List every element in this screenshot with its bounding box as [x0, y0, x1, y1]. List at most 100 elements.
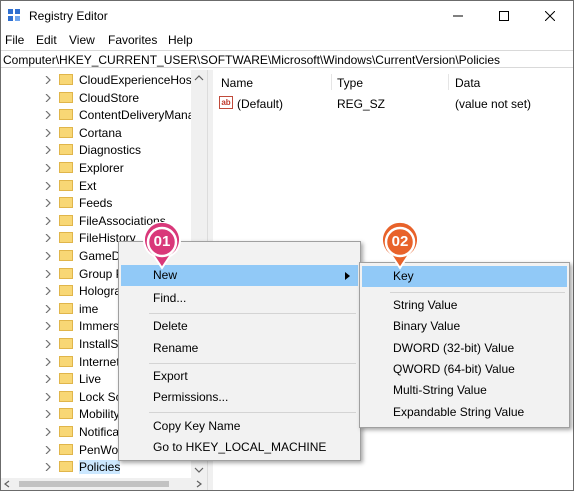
callout-02: 02	[380, 222, 420, 270]
tree-item[interactable]: Explorer	[1, 159, 191, 177]
tree-item-label: Lock Sc	[79, 389, 122, 404]
submenu-item-qword-value[interactable]: QWORD (64-bit) Value	[362, 359, 567, 380]
expand-chevron-icon[interactable]	[45, 445, 52, 454]
expand-chevron-icon[interactable]	[45, 340, 52, 348]
folder-icon	[59, 232, 73, 244]
menu-item-delete[interactable]: Delete	[121, 316, 358, 337]
menu-item-export[interactable]: Export	[121, 366, 358, 387]
menu-item-copy-key-name[interactable]: Copy Key Name	[121, 416, 358, 437]
tree-item-label: Internet	[79, 354, 120, 369]
folder-icon	[59, 74, 73, 85]
value-data: (value not set)	[455, 97, 532, 111]
folder-icon	[59, 285, 73, 297]
tree-item-label: CloudStore	[79, 90, 140, 105]
expand-chevron-icon[interactable]	[45, 111, 52, 120]
callout-01: 01	[142, 222, 182, 270]
folder-icon	[59, 162, 73, 173]
tree-item-label: Immers	[79, 319, 119, 334]
tree-item[interactable]: CloudStore	[1, 89, 191, 107]
expand-chevron-icon[interactable]	[45, 463, 52, 472]
tree-item[interactable]: Ext	[1, 177, 191, 195]
tree-item-label: ime	[79, 301, 99, 316]
menu-item-goto-hklm[interactable]: Go to HKEY_LOCAL_MACHINE	[121, 437, 358, 458]
expand-chevron-icon[interactable]	[45, 287, 52, 296]
tree-item-label: Notifica	[79, 425, 120, 439]
expand-chevron-icon[interactable]	[45, 128, 52, 137]
column-header-type[interactable]: Type	[337, 76, 363, 90]
tree-item[interactable]: ContentDeliveryMana	[1, 106, 194, 124]
expand-chevron-icon[interactable]	[45, 181, 52, 190]
expand-chevron-icon[interactable]	[45, 146, 52, 155]
tree-item-label: Hologra	[79, 284, 122, 299]
expand-chevron-icon[interactable]	[45, 93, 52, 102]
menu-item-permissions[interactable]: Permissions...	[121, 387, 358, 408]
folder-icon	[59, 267, 73, 279]
tree-item-label: Group P	[79, 266, 124, 281]
address-bar[interactable]: Computer\HKEY_CURRENT_USER\SOFTWARE\Micr…	[1, 50, 573, 68]
folder-icon	[59, 126, 73, 138]
registry-editor-icon	[8, 9, 20, 21]
expand-chevron-icon[interactable]	[45, 164, 52, 172]
folder-icon	[59, 197, 73, 209]
tree-item-label: Cortana	[79, 125, 122, 140]
tree-item-label: Feeds	[79, 196, 113, 211]
menu-edit[interactable]: Edit	[36, 33, 57, 47]
folder-icon	[59, 443, 73, 455]
column-header-name[interactable]: Name	[221, 76, 253, 90]
expand-chevron-icon[interactable]	[45, 428, 52, 436]
menu-item-rename[interactable]: Rename	[121, 338, 358, 359]
expand-chevron-icon[interactable]	[45, 199, 52, 208]
tree-item-label: Mobility	[79, 407, 120, 422]
tree-item[interactable]: Feeds	[1, 194, 191, 212]
context-menu: New Find... Delete Rename Export Permiss…	[118, 241, 361, 461]
submenu-arrow-icon	[345, 272, 350, 280]
new-submenu: Key String Value Binary Value DWORD (32-…	[359, 262, 570, 428]
expand-chevron-icon[interactable]	[45, 357, 52, 366]
tree-item[interactable]: CloudExperienceHost	[1, 71, 195, 89]
folder-icon	[59, 320, 73, 332]
expand-chevron-icon[interactable]	[45, 304, 52, 313]
menu-file[interactable]: File	[5, 33, 24, 47]
tree-item-label: Explorer	[79, 161, 124, 175]
expand-chevron-icon[interactable]	[45, 392, 52, 401]
expand-chevron-icon[interactable]	[45, 410, 52, 419]
value-name[interactable]: (Default)	[237, 97, 283, 111]
string-value-icon: ab	[219, 96, 233, 109]
value-type: REG_SZ	[337, 97, 386, 111]
expand-chevron-icon[interactable]	[45, 375, 52, 384]
maximize-button[interactable]	[481, 1, 527, 31]
expand-chevron-icon[interactable]	[45, 252, 52, 260]
tree-horizontal-scrollbar[interactable]	[1, 478, 207, 490]
expand-chevron-icon[interactable]	[45, 269, 52, 278]
title-bar: Registry Editor	[1, 1, 573, 31]
folder-icon	[59, 373, 73, 385]
expand-chevron-icon[interactable]	[45, 234, 52, 243]
minimize-button[interactable]	[435, 1, 481, 31]
maximize-icon	[499, 11, 509, 21]
folder-icon	[59, 250, 73, 261]
menu-view[interactable]: View	[69, 33, 95, 47]
close-button[interactable]	[527, 1, 573, 31]
folder-icon	[59, 408, 73, 420]
submenu-item-binary-value[interactable]: Binary Value	[362, 316, 567, 337]
submenu-item-expandable-string-value[interactable]: Expandable String Value	[362, 402, 567, 423]
menu-item-find[interactable]: Find...	[121, 288, 358, 309]
expand-chevron-icon[interactable]	[45, 76, 52, 84]
menu-help[interactable]: Help	[168, 33, 193, 47]
tree-item-label: PenWor	[79, 442, 123, 457]
submenu-item-dword-value[interactable]: DWORD (32-bit) Value	[362, 338, 567, 359]
menu-bar: File Edit View Favorites Help	[1, 31, 573, 49]
tree-item[interactable]: Diagnostics	[1, 141, 191, 159]
submenu-item-string-value[interactable]: String Value	[362, 295, 567, 316]
menu-favorites[interactable]: Favorites	[108, 33, 157, 47]
submenu-item-multi-string-value[interactable]: Multi-String Value	[362, 380, 567, 401]
expand-chevron-icon[interactable]	[45, 322, 52, 331]
scroll-up-icon	[194, 75, 204, 81]
scroll-left-icon	[4, 480, 10, 488]
tree-item-label: Diagnostics	[79, 143, 142, 158]
tree-item[interactable]: Cortana	[1, 124, 191, 142]
folder-icon	[59, 426, 73, 437]
expand-chevron-icon[interactable]	[45, 216, 52, 225]
folder-icon	[59, 461, 73, 473]
column-header-data[interactable]: Data	[455, 76, 480, 90]
